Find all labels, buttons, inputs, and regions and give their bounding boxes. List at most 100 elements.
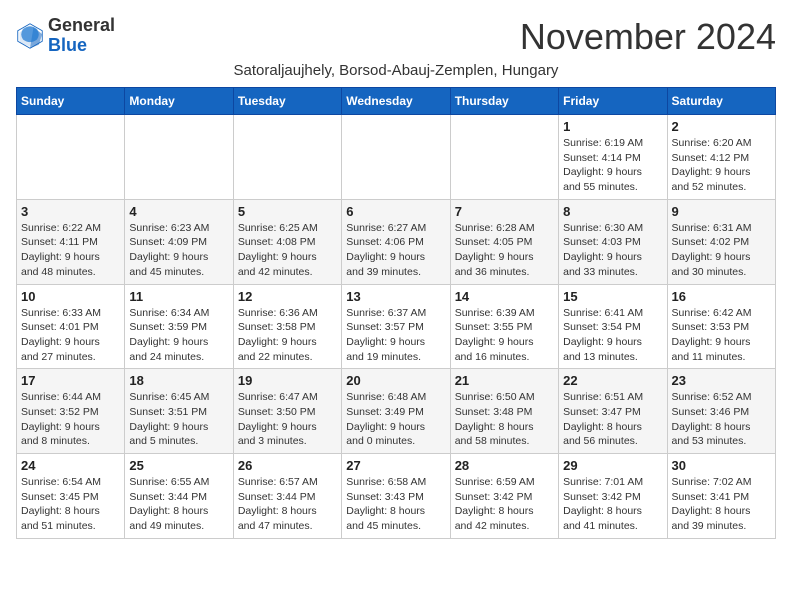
- calendar-cell: 28 Sunrise: 6:59 AM Sunset: 3:42 PM Dayli…: [450, 454, 558, 539]
- day-info: Sunrise: 6:27 AM Sunset: 4:06 PM Dayligh…: [346, 221, 445, 280]
- calendar-cell: [233, 115, 341, 200]
- logo-blue-text: Blue: [48, 35, 87, 55]
- day-info: Sunrise: 6:25 AM Sunset: 4:08 PM Dayligh…: [238, 221, 337, 280]
- day-info: Sunrise: 6:22 AM Sunset: 4:11 PM Dayligh…: [21, 221, 120, 280]
- calendar-cell: 9Sunrise: 6:31 AM Sunset: 4:02 PM Daylig…: [667, 199, 775, 284]
- day-info: Sunrise: 6:47 AM Sunset: 3:50 PM Dayligh…: [238, 390, 337, 449]
- day-info: Sunrise: 6:30 AM Sunset: 4:03 PM Dayligh…: [563, 221, 662, 280]
- day-info: Sunrise: 6:42 AM Sunset: 3:53 PM Dayligh…: [672, 306, 771, 365]
- day-info: Sunrise: 6:37 AM Sunset: 3:57 PM Dayligh…: [346, 306, 445, 365]
- calendar-cell: 14 Sunrise: 6:39 AM Sunset: 3:55 PM Dayli…: [450, 284, 558, 369]
- day-info: Sunrise: 6:19 AM Sunset: 4:14 PM Dayligh…: [563, 136, 662, 195]
- day-info: Sunrise: 6:33 AM Sunset: 4:01 PM Dayligh…: [21, 306, 120, 365]
- logo-icon: [16, 22, 44, 50]
- weekday-header: Thursday: [450, 88, 558, 115]
- day-number: 14: [455, 289, 554, 304]
- calendar-table: SundayMondayTuesdayWednesdayThursdayFrid…: [16, 87, 776, 539]
- day-info: Sunrise: 6:36 AM Sunset: 3:58 PM Dayligh…: [238, 306, 337, 365]
- calendar-week-row: 17 Sunrise: 6:44 AM Sunset: 3:52 PM Dayli…: [17, 369, 776, 454]
- calendar-cell: 3 Sunrise: 6:22 AM Sunset: 4:11 PM Daylig…: [17, 199, 125, 284]
- calendar-cell: [342, 115, 450, 200]
- calendar-week-row: 24 Sunrise: 6:54 AM Sunset: 3:45 PM Dayli…: [17, 454, 776, 539]
- day-info: Sunrise: 6:45 AM Sunset: 3:51 PM Dayligh…: [129, 390, 228, 449]
- day-number: 9: [672, 204, 771, 219]
- subtitle: Satoraljaujhely, Borsod-Abauj-Zemplen, H…: [16, 62, 776, 79]
- calendar-cell: 29 Sunrise: 7:01 AM Sunset: 3:42 PM Dayli…: [559, 454, 667, 539]
- calendar-cell: 20 Sunrise: 6:48 AM Sunset: 3:49 PM Dayli…: [342, 369, 450, 454]
- day-info: Sunrise: 6:44 AM Sunset: 3:52 PM Dayligh…: [21, 390, 120, 449]
- day-number: 30: [672, 458, 771, 473]
- day-number: 10: [21, 289, 120, 304]
- calendar-cell: 10 Sunrise: 6:33 AM Sunset: 4:01 PM Dayli…: [17, 284, 125, 369]
- day-info: Sunrise: 6:51 AM Sunset: 3:47 PM Dayligh…: [563, 390, 662, 449]
- day-number: 16: [672, 289, 771, 304]
- day-info: Sunrise: 6:59 AM Sunset: 3:42 PM Dayligh…: [455, 475, 554, 534]
- day-info: Sunrise: 7:01 AM Sunset: 3:42 PM Dayligh…: [563, 475, 662, 534]
- day-number: 17: [21, 373, 120, 388]
- day-number: 20: [346, 373, 445, 388]
- calendar-cell: 7 Sunrise: 6:28 AM Sunset: 4:05 PM Daylig…: [450, 199, 558, 284]
- logo: General Blue: [16, 16, 115, 56]
- calendar-cell: 1Sunrise: 6:19 AM Sunset: 4:14 PM Daylig…: [559, 115, 667, 200]
- weekday-header: Friday: [559, 88, 667, 115]
- calendar-cell: 11Sunrise: 6:34 AM Sunset: 3:59 PM Dayli…: [125, 284, 233, 369]
- calendar-week-row: 3 Sunrise: 6:22 AM Sunset: 4:11 PM Daylig…: [17, 199, 776, 284]
- day-number: 11: [129, 289, 228, 304]
- calendar-cell: 18Sunrise: 6:45 AM Sunset: 3:51 PM Dayli…: [125, 369, 233, 454]
- weekday-header: Monday: [125, 88, 233, 115]
- day-number: 12: [238, 289, 337, 304]
- day-info: Sunrise: 6:39 AM Sunset: 3:55 PM Dayligh…: [455, 306, 554, 365]
- calendar-cell: [450, 115, 558, 200]
- day-number: 2: [672, 119, 771, 134]
- weekday-header: Sunday: [17, 88, 125, 115]
- day-number: 21: [455, 373, 554, 388]
- calendar-cell: 12 Sunrise: 6:36 AM Sunset: 3:58 PM Dayli…: [233, 284, 341, 369]
- day-number: 29: [563, 458, 662, 473]
- month-title: November 2024: [520, 16, 776, 58]
- day-info: Sunrise: 6:50 AM Sunset: 3:48 PM Dayligh…: [455, 390, 554, 449]
- logo-general-text: General: [48, 15, 115, 35]
- calendar-week-row: 1Sunrise: 6:19 AM Sunset: 4:14 PM Daylig…: [17, 115, 776, 200]
- day-info: Sunrise: 7:02 AM Sunset: 3:41 PM Dayligh…: [672, 475, 771, 534]
- day-number: 23: [672, 373, 771, 388]
- day-info: Sunrise: 6:52 AM Sunset: 3:46 PM Dayligh…: [672, 390, 771, 449]
- day-number: 4: [129, 204, 228, 219]
- calendar-cell: 27 Sunrise: 6:58 AM Sunset: 3:43 PM Dayli…: [342, 454, 450, 539]
- day-info: Sunrise: 6:58 AM Sunset: 3:43 PM Dayligh…: [346, 475, 445, 534]
- calendar-cell: 21 Sunrise: 6:50 AM Sunset: 3:48 PM Dayli…: [450, 369, 558, 454]
- day-info: Sunrise: 6:57 AM Sunset: 3:44 PM Dayligh…: [238, 475, 337, 534]
- day-number: 22: [563, 373, 662, 388]
- day-info: Sunrise: 6:54 AM Sunset: 3:45 PM Dayligh…: [21, 475, 120, 534]
- calendar-cell: 30 Sunrise: 7:02 AM Sunset: 3:41 PM Dayli…: [667, 454, 775, 539]
- calendar-cell: 6 Sunrise: 6:27 AM Sunset: 4:06 PM Daylig…: [342, 199, 450, 284]
- calendar-cell: 24 Sunrise: 6:54 AM Sunset: 3:45 PM Dayli…: [17, 454, 125, 539]
- day-info: Sunrise: 6:28 AM Sunset: 4:05 PM Dayligh…: [455, 221, 554, 280]
- day-number: 26: [238, 458, 337, 473]
- day-number: 7: [455, 204, 554, 219]
- calendar-cell: 13Sunrise: 6:37 AM Sunset: 3:57 PM Dayli…: [342, 284, 450, 369]
- day-info: Sunrise: 6:23 AM Sunset: 4:09 PM Dayligh…: [129, 221, 228, 280]
- day-number: 3: [21, 204, 120, 219]
- weekday-header: Tuesday: [233, 88, 341, 115]
- day-info: Sunrise: 6:41 AM Sunset: 3:54 PM Dayligh…: [563, 306, 662, 365]
- page-header: General Blue November 2024: [16, 16, 776, 58]
- calendar-cell: 16 Sunrise: 6:42 AM Sunset: 3:53 PM Dayli…: [667, 284, 775, 369]
- calendar-week-row: 10 Sunrise: 6:33 AM Sunset: 4:01 PM Dayli…: [17, 284, 776, 369]
- calendar-cell: 15Sunrise: 6:41 AM Sunset: 3:54 PM Dayli…: [559, 284, 667, 369]
- title-section: November 2024: [520, 16, 776, 58]
- calendar-header-row: SundayMondayTuesdayWednesdayThursdayFrid…: [17, 88, 776, 115]
- day-number: 19: [238, 373, 337, 388]
- day-number: 24: [21, 458, 120, 473]
- weekday-header: Wednesday: [342, 88, 450, 115]
- calendar-cell: 19 Sunrise: 6:47 AM Sunset: 3:50 PM Dayli…: [233, 369, 341, 454]
- day-info: Sunrise: 6:48 AM Sunset: 3:49 PM Dayligh…: [346, 390, 445, 449]
- calendar-cell: 25Sunrise: 6:55 AM Sunset: 3:44 PM Dayli…: [125, 454, 233, 539]
- day-number: 8: [563, 204, 662, 219]
- calendar-cell: 2Sunrise: 6:20 AM Sunset: 4:12 PM Daylig…: [667, 115, 775, 200]
- day-number: 28: [455, 458, 554, 473]
- day-number: 6: [346, 204, 445, 219]
- day-number: 27: [346, 458, 445, 473]
- calendar-cell: 26 Sunrise: 6:57 AM Sunset: 3:44 PM Dayli…: [233, 454, 341, 539]
- day-number: 25: [129, 458, 228, 473]
- calendar-cell: 8 Sunrise: 6:30 AM Sunset: 4:03 PM Daylig…: [559, 199, 667, 284]
